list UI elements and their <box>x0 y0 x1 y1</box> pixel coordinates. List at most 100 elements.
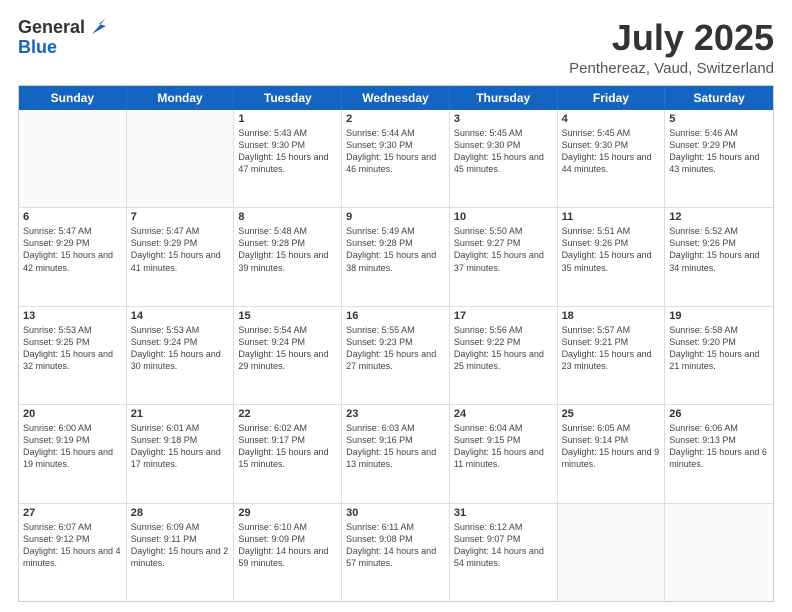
daylight-text: Daylight: 15 hours and 46 minutes. <box>346 151 445 175</box>
cal-cell-0-3: 2Sunrise: 5:44 AMSunset: 9:30 PMDaylight… <box>342 110 450 207</box>
cal-cell-4-6 <box>665 504 773 601</box>
cal-cell-1-6: 12Sunrise: 5:52 AMSunset: 9:26 PMDayligh… <box>665 208 773 305</box>
day-number: 1 <box>238 113 337 125</box>
sunset-text: Sunset: 9:17 PM <box>238 434 337 446</box>
daylight-text: Daylight: 15 hours and 47 minutes. <box>238 151 337 175</box>
sunrise-text: Sunrise: 5:54 AM <box>238 324 337 336</box>
logo-icon <box>88 16 110 38</box>
day-number: 14 <box>131 310 230 322</box>
cal-cell-0-4: 3Sunrise: 5:45 AMSunset: 9:30 PMDaylight… <box>450 110 558 207</box>
cal-cell-0-2: 1Sunrise: 5:43 AMSunset: 9:30 PMDaylight… <box>234 110 342 207</box>
calendar: Sunday Monday Tuesday Wednesday Thursday… <box>18 85 774 602</box>
cal-cell-3-3: 23Sunrise: 6:03 AMSunset: 9:16 PMDayligh… <box>342 405 450 502</box>
sunset-text: Sunset: 9:30 PM <box>562 139 661 151</box>
month-title: July 2025 <box>569 18 774 58</box>
logo-general: General <box>18 18 85 38</box>
day-number: 30 <box>346 507 445 519</box>
sunset-text: Sunset: 9:22 PM <box>454 336 553 348</box>
sunrise-text: Sunrise: 6:10 AM <box>238 521 337 533</box>
sunset-text: Sunset: 9:29 PM <box>669 139 769 151</box>
sunrise-text: Sunrise: 5:45 AM <box>562 127 661 139</box>
sunset-text: Sunset: 9:30 PM <box>346 139 445 151</box>
header-wednesday: Wednesday <box>342 86 450 110</box>
cal-cell-1-1: 7Sunrise: 5:47 AMSunset: 9:29 PMDaylight… <box>127 208 235 305</box>
day-number: 19 <box>669 310 769 322</box>
daylight-text: Daylight: 15 hours and 43 minutes. <box>669 151 769 175</box>
sunrise-text: Sunrise: 5:49 AM <box>346 225 445 237</box>
daylight-text: Daylight: 14 hours and 57 minutes. <box>346 545 445 569</box>
sunrise-text: Sunrise: 6:05 AM <box>562 422 661 434</box>
day-number: 27 <box>23 507 122 519</box>
daylight-text: Daylight: 15 hours and 21 minutes. <box>669 348 769 372</box>
header-tuesday: Tuesday <box>234 86 342 110</box>
cal-cell-3-2: 22Sunrise: 6:02 AMSunset: 9:17 PMDayligh… <box>234 405 342 502</box>
sunset-text: Sunset: 9:19 PM <box>23 434 122 446</box>
daylight-text: Daylight: 15 hours and 35 minutes. <box>562 249 661 273</box>
sunrise-text: Sunrise: 5:55 AM <box>346 324 445 336</box>
day-number: 2 <box>346 113 445 125</box>
cal-cell-0-0 <box>19 110 127 207</box>
day-number: 22 <box>238 408 337 420</box>
daylight-text: Daylight: 15 hours and 4 minutes. <box>23 545 122 569</box>
cal-cell-2-5: 18Sunrise: 5:57 AMSunset: 9:21 PMDayligh… <box>558 307 666 404</box>
sunrise-text: Sunrise: 6:01 AM <box>131 422 230 434</box>
sunset-text: Sunset: 9:12 PM <box>23 533 122 545</box>
sunset-text: Sunset: 9:28 PM <box>238 237 337 249</box>
daylight-text: Daylight: 15 hours and 41 minutes. <box>131 249 230 273</box>
daylight-text: Daylight: 15 hours and 17 minutes. <box>131 446 230 470</box>
sunrise-text: Sunrise: 6:07 AM <box>23 521 122 533</box>
title-block: July 2025 Penthereaz, Vaud, Switzerland <box>569 18 774 77</box>
day-number: 3 <box>454 113 553 125</box>
day-number: 8 <box>238 211 337 223</box>
header-monday: Monday <box>127 86 235 110</box>
cal-cell-4-5 <box>558 504 666 601</box>
cal-cell-3-0: 20Sunrise: 6:00 AMSunset: 9:19 PMDayligh… <box>19 405 127 502</box>
cal-cell-1-0: 6Sunrise: 5:47 AMSunset: 9:29 PMDaylight… <box>19 208 127 305</box>
sunrise-text: Sunrise: 5:52 AM <box>669 225 769 237</box>
daylight-text: Daylight: 15 hours and 2 minutes. <box>131 545 230 569</box>
daylight-text: Daylight: 15 hours and 45 minutes. <box>454 151 553 175</box>
sunset-text: Sunset: 9:16 PM <box>346 434 445 446</box>
sunrise-text: Sunrise: 6:09 AM <box>131 521 230 533</box>
cal-cell-4-0: 27 Sunrise: 6:07 AMSunset: 9:12 PMDayligh… <box>19 504 127 601</box>
daylight-text: Daylight: 15 hours and 42 minutes. <box>23 249 122 273</box>
cal-cell-1-5: 11Sunrise: 5:51 AMSunset: 9:26 PMDayligh… <box>558 208 666 305</box>
cal-cell-0-5: 4Sunrise: 5:45 AMSunset: 9:30 PMDaylight… <box>558 110 666 207</box>
sunrise-text: Sunrise: 6:00 AM <box>23 422 122 434</box>
day-number: 15 <box>238 310 337 322</box>
week-row-3: 20Sunrise: 6:00 AMSunset: 9:19 PMDayligh… <box>19 405 773 503</box>
sunrise-text: Sunrise: 6:11 AM <box>346 521 445 533</box>
daylight-text: Daylight: 15 hours and 23 minutes. <box>562 348 661 372</box>
cal-cell-1-4: 10Sunrise: 5:50 AMSunset: 9:27 PMDayligh… <box>450 208 558 305</box>
cal-cell-4-3: 30Sunrise: 6:11 AMSunset: 9:08 PMDayligh… <box>342 504 450 601</box>
day-number: 9 <box>346 211 445 223</box>
sunset-text: Sunset: 9:24 PM <box>131 336 230 348</box>
day-number: 4 <box>562 113 661 125</box>
day-number: 11 <box>562 211 661 223</box>
calendar-header: Sunday Monday Tuesday Wednesday Thursday… <box>19 86 773 110</box>
logo-blue: Blue <box>18 37 57 57</box>
sunset-text: Sunset: 9:27 PM <box>454 237 553 249</box>
cal-cell-2-3: 16Sunrise: 5:55 AMSunset: 9:23 PMDayligh… <box>342 307 450 404</box>
sunset-text: Sunset: 9:26 PM <box>669 237 769 249</box>
daylight-text: Daylight: 15 hours and 32 minutes. <box>23 348 122 372</box>
day-number: 17 <box>454 310 553 322</box>
cal-cell-3-5: 25Sunrise: 6:05 AMSunset: 9:14 PMDayligh… <box>558 405 666 502</box>
day-number: 23 <box>346 408 445 420</box>
sunrise-text: Sunrise: 5:46 AM <box>669 127 769 139</box>
sunrise-text: Sunrise: 5:53 AM <box>23 324 122 336</box>
day-number: 18 <box>562 310 661 322</box>
sunrise-text: Sunrise: 5:50 AM <box>454 225 553 237</box>
calendar-body: 1Sunrise: 5:43 AMSunset: 9:30 PMDaylight… <box>19 110 773 601</box>
day-number: 29 <box>238 507 337 519</box>
daylight-text: Daylight: 15 hours and 13 minutes. <box>346 446 445 470</box>
daylight-text: Daylight: 15 hours and 30 minutes. <box>131 348 230 372</box>
daylight-text: Daylight: 15 hours and 27 minutes. <box>346 348 445 372</box>
daylight-text: Daylight: 15 hours and 39 minutes. <box>238 249 337 273</box>
cal-cell-0-6: 5Sunrise: 5:46 AMSunset: 9:29 PMDaylight… <box>665 110 773 207</box>
day-number: 7 <box>131 211 230 223</box>
daylight-text: Daylight: 15 hours and 19 minutes. <box>23 446 122 470</box>
daylight-text: Daylight: 15 hours and 34 minutes. <box>669 249 769 273</box>
day-number: 21 <box>131 408 230 420</box>
day-number: 24 <box>454 408 553 420</box>
